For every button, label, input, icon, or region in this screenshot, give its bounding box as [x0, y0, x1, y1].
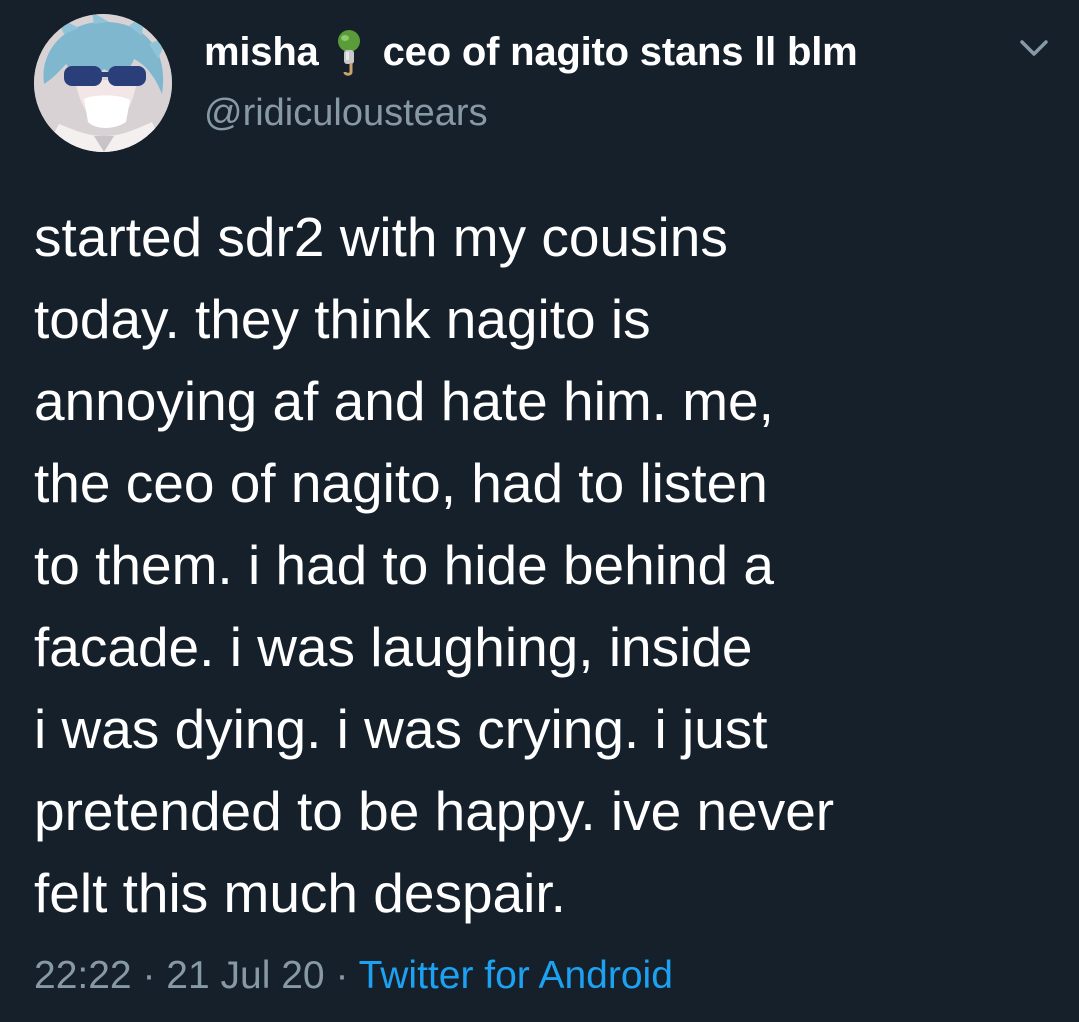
- author-handle[interactable]: @ridiculoustears: [204, 92, 488, 135]
- tweet-text-line: facade. i was laughing, inside: [34, 616, 753, 678]
- meta-separator: ·: [335, 954, 349, 997]
- tweet-text: started sdr2 with my cousins today. they…: [34, 196, 1044, 934]
- tweet-text-line: annoying af and hate him. me,: [34, 370, 774, 432]
- tweet-time[interactable]: 22:22: [34, 954, 132, 997]
- tweet-date[interactable]: 21 Jul 20: [166, 954, 324, 997]
- tweet-text-line: to them. i had to hide behind a: [34, 534, 774, 596]
- chevron-down-icon[interactable]: [1018, 36, 1050, 60]
- avatar[interactable]: [34, 14, 172, 152]
- meta-separator: ·: [142, 954, 156, 997]
- tweet-text-line: started sdr2 with my cousins: [34, 206, 728, 268]
- tweet-source-link[interactable]: Twitter for Android: [359, 954, 673, 997]
- author-display-name[interactable]: misha: [204, 30, 319, 75]
- tweet-text-line: felt this much despair.: [34, 862, 566, 924]
- tweet: misha ceo of nagito stans ll blm @ridicu…: [0, 0, 1079, 1022]
- ice-pop-emoji-icon: [329, 28, 369, 76]
- tweet-meta: 22:22 · 21 Jul 20 · Twitter for Android: [34, 954, 673, 998]
- tweet-text-line: the ceo of nagito, had to listen: [34, 452, 768, 514]
- tweet-text-line: pretended to be happy. ive never: [34, 780, 835, 842]
- tweet-text-line: i was dying. i was crying. i just: [34, 698, 768, 760]
- author-name-row[interactable]: misha ceo of nagito stans ll blm: [204, 26, 858, 78]
- tweet-text-line: today. they think nagito is: [34, 288, 651, 350]
- author-name-suffix[interactable]: ceo of nagito stans ll blm: [383, 30, 858, 75]
